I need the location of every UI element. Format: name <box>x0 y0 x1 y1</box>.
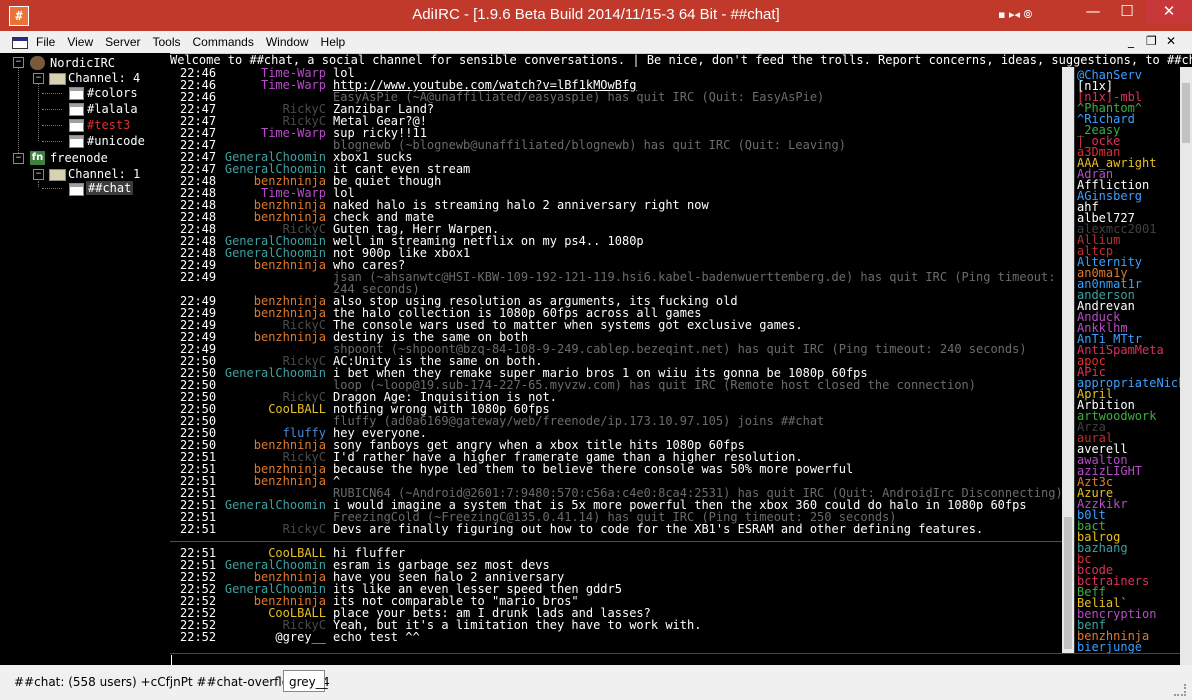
tree-line <box>38 83 39 141</box>
event-line: 22:49 jsan (~ahsanwtc@HSI-KBW-109-192-121… <box>170 271 1062 283</box>
message-nick[interactable]: GeneralChoomin <box>225 499 326 511</box>
message-nick[interactable]: @grey__ <box>275 631 326 643</box>
tree-server-freenode[interactable]: freenode <box>50 151 108 165</box>
tree-line <box>18 63 19 159</box>
read-marker-line <box>170 541 1062 542</box>
chat-log[interactable]: 22:46 Time-Warp lol 22:46 Time-Warp http://ww… <box>170 67 1062 653</box>
message-line: 22:51 RickyC Devs are finally figuring out… <box>170 523 1062 535</box>
message-nick[interactable]: Time-Warp <box>261 79 326 91</box>
mdi-restore-icon[interactable]: ❐ <box>1146 34 1157 48</box>
status-bar: ##chat: (558 users) +cCfjnPt ##chat-over… <box>0 665 1192 700</box>
nicklist-scrollbar[interactable] <box>1180 67 1192 665</box>
channel-icon <box>69 103 84 116</box>
nicklist-scrollbar-thumb[interactable] <box>1182 83 1190 143</box>
message-text: echo test ^^ <box>333 630 420 644</box>
channel-icon <box>69 87 84 100</box>
tree-line <box>42 93 62 94</box>
window-menu-icon[interactable] <box>12 37 28 49</box>
server-tree: − NordicIRC − Channel: 4 #colors #lalala… <box>0 53 170 665</box>
titlebar-toolbar-icons[interactable]: ▪ ▸◂ ⦾ <box>998 8 1032 22</box>
minimize-button[interactable]: — <box>1076 0 1110 24</box>
tree-line <box>42 109 62 110</box>
message-nick[interactable]: RickyC <box>283 523 326 535</box>
message-nick[interactable]: Time-Warp <box>261 127 326 139</box>
tree-channel-lalala[interactable]: #lalala <box>87 102 138 116</box>
freenode-server-icon: fn <box>30 151 45 165</box>
menu-view[interactable]: View <box>67 35 93 49</box>
timestamp: 22:49 <box>180 270 217 284</box>
menu-server[interactable]: Server <box>105 35 140 49</box>
tree-channel-colors[interactable]: #colors <box>87 86 138 100</box>
tree-line <box>42 141 62 142</box>
tree-channel-chat-selected[interactable]: ##chat <box>86 181 134 195</box>
mdi-minimize-icon[interactable]: _ <box>1128 34 1134 48</box>
message-text: because the hype led them to believe the… <box>333 462 854 476</box>
nickname-box[interactable]: grey__ <box>283 670 328 692</box>
menu-window[interactable]: Window <box>266 35 309 49</box>
message-nick[interactable]: GeneralChoomin <box>225 367 326 379</box>
channel-icon <box>69 135 84 148</box>
menu-items: File View Server Tools Commands Window Help <box>36 35 357 49</box>
maximize-button[interactable]: ☐ <box>1110 0 1144 24</box>
nicklist-item[interactable]: bierjunge <box>1077 641 1142 653</box>
message-nick[interactable]: benzhninja <box>254 259 326 271</box>
message-nick[interactable]: CooLBALL <box>268 403 326 415</box>
collapse-toggle-icon[interactable]: − <box>13 57 24 68</box>
menu-file[interactable]: File <box>36 35 55 49</box>
tree-server-nordicirc[interactable]: NordicIRC <box>50 56 115 70</box>
text-caret <box>171 655 172 665</box>
tree-line <box>42 125 62 126</box>
menu-tools[interactable]: Tools <box>152 35 180 49</box>
resize-grip-icon[interactable] <box>1174 684 1186 696</box>
collapse-toggle-icon[interactable]: − <box>33 169 44 180</box>
message-line: 22:52 @grey__ echo test ^^ <box>170 631 1062 643</box>
timestamp: 22:51 <box>180 522 217 536</box>
collapse-toggle-icon[interactable]: − <box>13 153 24 164</box>
close-button[interactable]: ✕ <box>1146 0 1192 24</box>
menu-bar: File View Server Tools Commands Window Help _ … <box>0 31 1192 54</box>
channel-icon <box>69 183 84 196</box>
tree-group-channels-nordicirc[interactable]: Channel: 4 <box>68 71 140 85</box>
folder-icon <box>49 169 66 181</box>
tree-line <box>38 181 39 187</box>
nick-list[interactable]: @ChanServ [n1x] [n1x]-mbl ^Phantom^ ^Richard… <box>1074 67 1181 653</box>
message-nick[interactable]: benzhninja <box>254 475 326 487</box>
timestamp: 22:52 <box>180 630 217 644</box>
nordicirc-server-icon <box>30 56 45 70</box>
message-text: jsan (~ahsanwtc@HSI-KBW-109-192-121-119.… <box>333 270 1056 284</box>
menu-help[interactable]: Help <box>321 35 346 49</box>
collapse-toggle-icon[interactable]: − <box>33 73 44 84</box>
folder-icon <box>49 73 66 85</box>
tree-line <box>42 188 62 189</box>
title-bar: # AdiIRC - [1.9.6 Beta Build 2014/11/15-… <box>0 0 1192 31</box>
tree-channel-unicode[interactable]: #unicode <box>87 134 145 148</box>
channel-topic: Welcome to ##chat, a social channel for … <box>170 53 1192 67</box>
mdi-close-icon[interactable]: ✕ <box>1166 34 1176 48</box>
message-nick[interactable]: benzhninja <box>254 331 326 343</box>
tree-channel-test3[interactable]: #test3 <box>87 118 130 132</box>
chat-scrollbar[interactable] <box>1062 67 1074 653</box>
tree-group-channels-freenode[interactable]: Channel: 1 <box>68 167 140 181</box>
chat-scrollbar-thumb[interactable] <box>1064 517 1072 649</box>
channel-icon <box>69 119 84 132</box>
menu-commands[interactable]: Commands <box>193 35 254 49</box>
message-text: Devs are finally figuring out how to cod… <box>333 522 984 536</box>
